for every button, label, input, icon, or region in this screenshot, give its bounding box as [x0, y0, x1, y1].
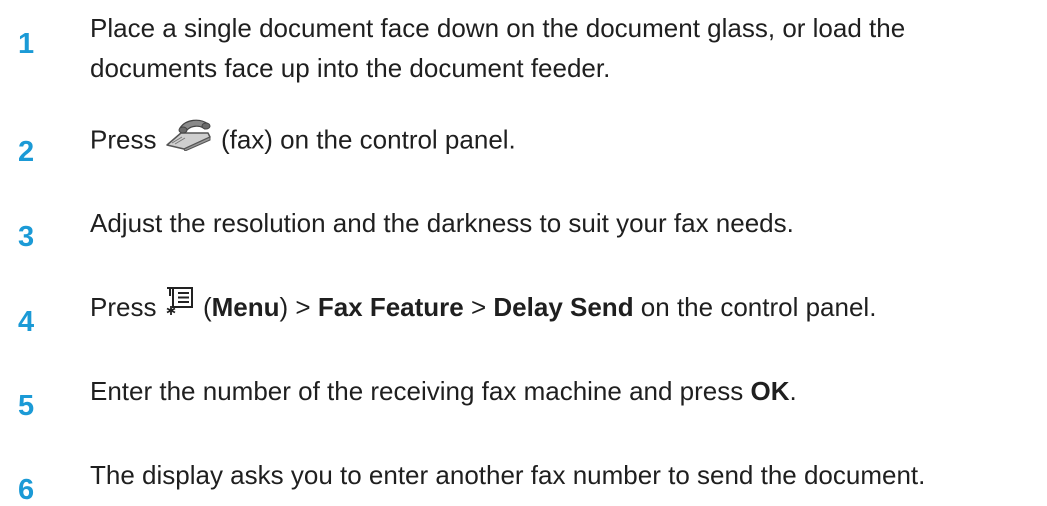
step-number: 5 [18, 390, 35, 422]
ok-label: OK [750, 376, 790, 406]
step-text: Place a single document face down on the… [90, 8, 1030, 88]
step-text-prefix: Press [90, 292, 157, 322]
separator: > [288, 292, 318, 322]
step-number: 4 [18, 306, 35, 338]
step-text: Adjust the resolution and the darkness t… [90, 208, 794, 238]
menu-label: Menu [211, 292, 280, 322]
paren-open: ( [202, 292, 212, 322]
step-text: Press (fax) on the control panel. [90, 118, 1030, 165]
step-number: 3 [18, 221, 35, 253]
step-number: 1 [18, 28, 35, 60]
step-text-line: documents face up into the document feed… [90, 53, 611, 83]
separator: > [463, 292, 494, 322]
period: . [789, 376, 797, 406]
step-text-body: Enter the number of the receiving fax ma… [90, 376, 751, 406]
delay-send-label: Delay Send [493, 292, 634, 322]
step-text: The display asks you to enter another fa… [90, 460, 926, 490]
step-text-line: Place a single document face down on the… [90, 13, 906, 43]
step-text-suffix: on the control panel. [633, 292, 877, 322]
step-number: 2 [18, 136, 35, 168]
menu-icon [164, 286, 196, 327]
step-text-prefix: Press [90, 124, 157, 155]
instruction-steps: 1 Place a single document face down on t… [0, 0, 1047, 506]
fax-feature-label: Fax Feature [317, 292, 464, 322]
step-text: Enter the number of the receiving fax ma… [90, 371, 1030, 411]
step-text-suffix: (fax) on the control panel. [220, 124, 516, 155]
paren-close: ) [279, 292, 289, 322]
step-text: Press (Menu) > Fax Feature > Delay Send … [90, 286, 1030, 330]
step-number: 6 [18, 474, 35, 506]
fax-icon [164, 115, 214, 162]
